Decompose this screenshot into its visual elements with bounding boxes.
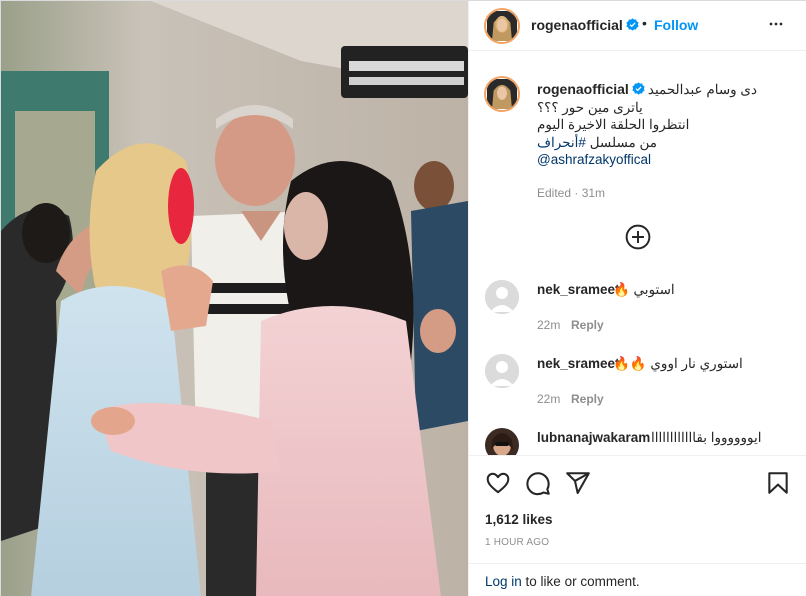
add-comment-icon[interactable] bbox=[625, 224, 651, 250]
comment-item: lubnanajwakaram ايووووووا بقاااااااااااا bbox=[469, 428, 806, 455]
edited-label: Edited bbox=[537, 186, 572, 200]
post-side-panel: rogenaofficial • Follow rogenaofficial د… bbox=[468, 1, 806, 596]
post-actions-bar bbox=[469, 455, 806, 509]
heart-icon[interactable] bbox=[485, 470, 511, 496]
author-username[interactable]: rogenaofficial bbox=[531, 17, 639, 33]
caption-line-4: من مسلسل #أنحراف bbox=[537, 134, 787, 152]
comment-text: استوري نار اووي 🔥🔥 bbox=[613, 356, 743, 371]
more-options-icon[interactable] bbox=[766, 14, 786, 34]
caption-mention[interactable]: @ashrafzakyoffical bbox=[537, 151, 787, 169]
verified-badge-icon bbox=[626, 18, 639, 31]
login-link[interactable]: Log in bbox=[485, 574, 522, 589]
comment-text: ايووووووا بقاااااااااااا bbox=[651, 430, 762, 445]
caption-username-text[interactable]: rogenaofficial bbox=[537, 81, 629, 97]
caption-line-2: ياترى مين حور ؟؟؟ bbox=[537, 99, 643, 115]
caption-author-avatar[interactable] bbox=[484, 76, 520, 112]
caption-line-4-text: من مسلسل bbox=[589, 134, 657, 150]
comment-text: استوبي 🔥 bbox=[613, 282, 675, 297]
comment-time[interactable]: 22m bbox=[537, 318, 560, 332]
lubna-avatar-image bbox=[485, 428, 519, 455]
post-caption: rogenaofficial دى وسام عبدالحميد ياترى م… bbox=[537, 81, 787, 169]
comment-avatar[interactable] bbox=[485, 354, 519, 388]
follow-button[interactable]: Follow bbox=[654, 17, 698, 33]
post-photo[interactable] bbox=[1, 1, 468, 596]
author-username-text[interactable]: rogenaofficial bbox=[531, 17, 623, 33]
login-prompt: Log in to like or comment. bbox=[485, 574, 640, 589]
comments-scroll-area[interactable]: rogenaofficial دى وسام عبدالحميد ياترى م… bbox=[469, 52, 806, 455]
share-icon[interactable] bbox=[565, 470, 591, 496]
default-avatar-icon bbox=[485, 280, 519, 314]
edited-time: 31m bbox=[581, 186, 606, 200]
caption-line-3: انتظروا الحلقة الاخيرة اليوم bbox=[537, 117, 690, 132]
login-footer: Log in to like or comment. bbox=[469, 563, 806, 596]
likes-count[interactable]: 1,612 likes bbox=[485, 512, 553, 527]
post-header: rogenaofficial • Follow bbox=[469, 1, 806, 51]
default-avatar-icon bbox=[485, 354, 519, 388]
edited-separator: · bbox=[571, 186, 582, 200]
reply-button[interactable]: Reply bbox=[571, 392, 604, 406]
post-timestamp[interactable]: 1 hour ago bbox=[485, 537, 549, 548]
bookmark-icon[interactable] bbox=[765, 470, 791, 496]
comment-username[interactable]: nek_srameet bbox=[537, 282, 620, 297]
verified-badge-icon bbox=[632, 82, 645, 95]
comment-avatar[interactable] bbox=[485, 280, 519, 314]
login-prompt-rest: to like or comment. bbox=[521, 574, 640, 589]
post-photo-illustration bbox=[1, 1, 468, 596]
author-avatar[interactable] bbox=[484, 8, 520, 44]
comment-username[interactable]: lubnanajwakaram bbox=[537, 430, 650, 445]
post-dialog: rogenaofficial • Follow rogenaofficial د… bbox=[0, 0, 806, 596]
comment-avatar[interactable] bbox=[485, 428, 519, 455]
caption-username[interactable]: rogenaofficial bbox=[537, 81, 645, 99]
comment-item: nek_srameet استوبي 🔥 22m Reply bbox=[469, 280, 806, 340]
reply-button[interactable]: Reply bbox=[571, 318, 604, 332]
caption-hashtag[interactable]: #أنحراف bbox=[537, 135, 586, 150]
comment-time[interactable]: 22m bbox=[537, 392, 560, 406]
comment-icon[interactable] bbox=[525, 470, 551, 496]
comment-item: nek_srameet استوري نار اووي 🔥🔥 22m Reply bbox=[469, 354, 806, 414]
caption-avatar-image bbox=[487, 79, 517, 109]
caption-meta: Edited · 31m bbox=[537, 186, 605, 200]
comment-username[interactable]: nek_srameet bbox=[537, 356, 620, 371]
header-separator: • bbox=[642, 15, 647, 31]
caption-line-1: دى وسام عبدالحميد bbox=[647, 82, 757, 97]
author-avatar-image bbox=[487, 11, 517, 41]
